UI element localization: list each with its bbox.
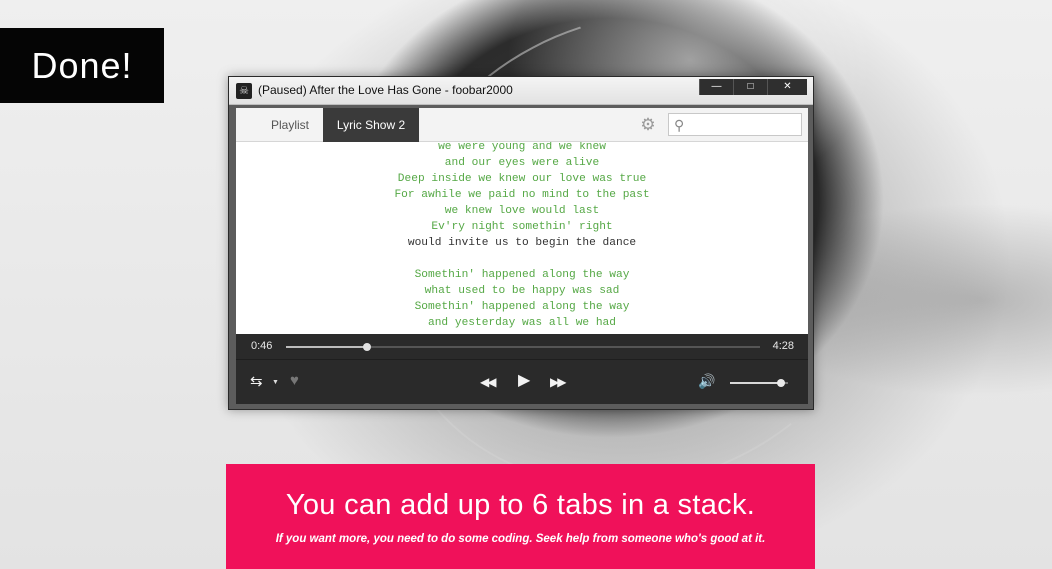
seek-progress — [286, 346, 367, 348]
search-box[interactable]: ⚲ — [668, 113, 802, 136]
lyric-line: we were young and we knew — [438, 142, 606, 153]
gear-icon[interactable]: ⚙ — [638, 115, 658, 135]
total-time: 4:28 — [772, 340, 794, 352]
lyrics-list: we were young and we knew and our eyes w… — [236, 142, 808, 331]
volume-handle[interactable] — [777, 379, 786, 387]
heart-icon[interactable]: ♥ — [290, 371, 299, 391]
next-icon[interactable]: ▶▶ — [550, 372, 567, 392]
tab-bar: Playlist Lyric Show 2 ⚙ ⚲ — [236, 108, 808, 142]
lyric-line: Somethin' happened along the way — [414, 301, 630, 313]
skull-icon: ☠ — [236, 83, 252, 99]
lyrics-panel[interactable]: we were young and we knew and our eyes w… — [236, 142, 808, 334]
volume-slider[interactable] — [730, 379, 788, 387]
seek-handle[interactable] — [362, 343, 371, 351]
title-bar[interactable]: ☠ (Paused) After the Love Has Gone - foo… — [229, 77, 813, 105]
chevron-down-icon[interactable]: ▼ — [272, 373, 279, 393]
lyric-line: For awhile we paid no mind to the past — [394, 189, 650, 201]
volume-level — [730, 382, 782, 384]
window-controls: — □ ✕ — [699, 79, 807, 95]
lyric-line: and yesterday was all we had — [428, 317, 616, 329]
search-input[interactable] — [693, 116, 797, 133]
play-icon[interactable]: ▶ — [518, 371, 530, 391]
minimize-button[interactable]: — — [699, 79, 733, 95]
speaker-icon[interactable]: 🔊 — [698, 371, 715, 391]
lyric-line-blank — [236, 251, 808, 267]
lyric-line-current: would invite us to begin the dance — [407, 237, 637, 249]
repeat-icon[interactable]: ⇆ — [250, 372, 263, 392]
lyric-line: and our eyes were alive — [444, 157, 600, 169]
close-button[interactable]: ✕ — [767, 79, 807, 95]
done-label: Done! — [31, 44, 133, 86]
player-window: ☠ (Paused) After the Love Has Gone - foo… — [228, 76, 814, 410]
lyric-line: Ev'ry night somethin' right — [431, 221, 613, 233]
lyric-line: Somethin' happened along the way — [414, 269, 630, 281]
maximize-button[interactable]: □ — [733, 79, 767, 95]
banner-subtitle: If you want more, you need to do some co… — [275, 533, 766, 545]
window-title: (Paused) After the Love Has Gone - fooba… — [258, 83, 513, 97]
lyric-line: Deep inside we knew our love was true — [397, 173, 647, 185]
previous-icon[interactable]: ◀◀ — [480, 372, 497, 392]
lyric-line: what used to be happy was sad — [424, 285, 620, 297]
lyric-line: we knew love would last — [444, 205, 600, 217]
seek-slider[interactable] — [286, 343, 760, 351]
tab-playlist[interactable]: Playlist — [258, 108, 322, 142]
seek-bar: 0:46 4:28 — [236, 334, 808, 359]
info-banner: You can add up to 6 tabs in a stack. If … — [226, 464, 815, 569]
done-badge: Done! — [0, 28, 164, 103]
elapsed-time: 0:46 — [251, 340, 273, 352]
banner-title: You can add up to 6 tabs in a stack. — [285, 489, 756, 521]
control-bar: ⇆ ▼ ♥ ◀◀ ▶ ▶▶ 🔊 — [236, 359, 808, 404]
tab-lyric-show[interactable]: Lyric Show 2 — [323, 108, 419, 142]
search-icon: ⚲ — [674, 117, 685, 133]
